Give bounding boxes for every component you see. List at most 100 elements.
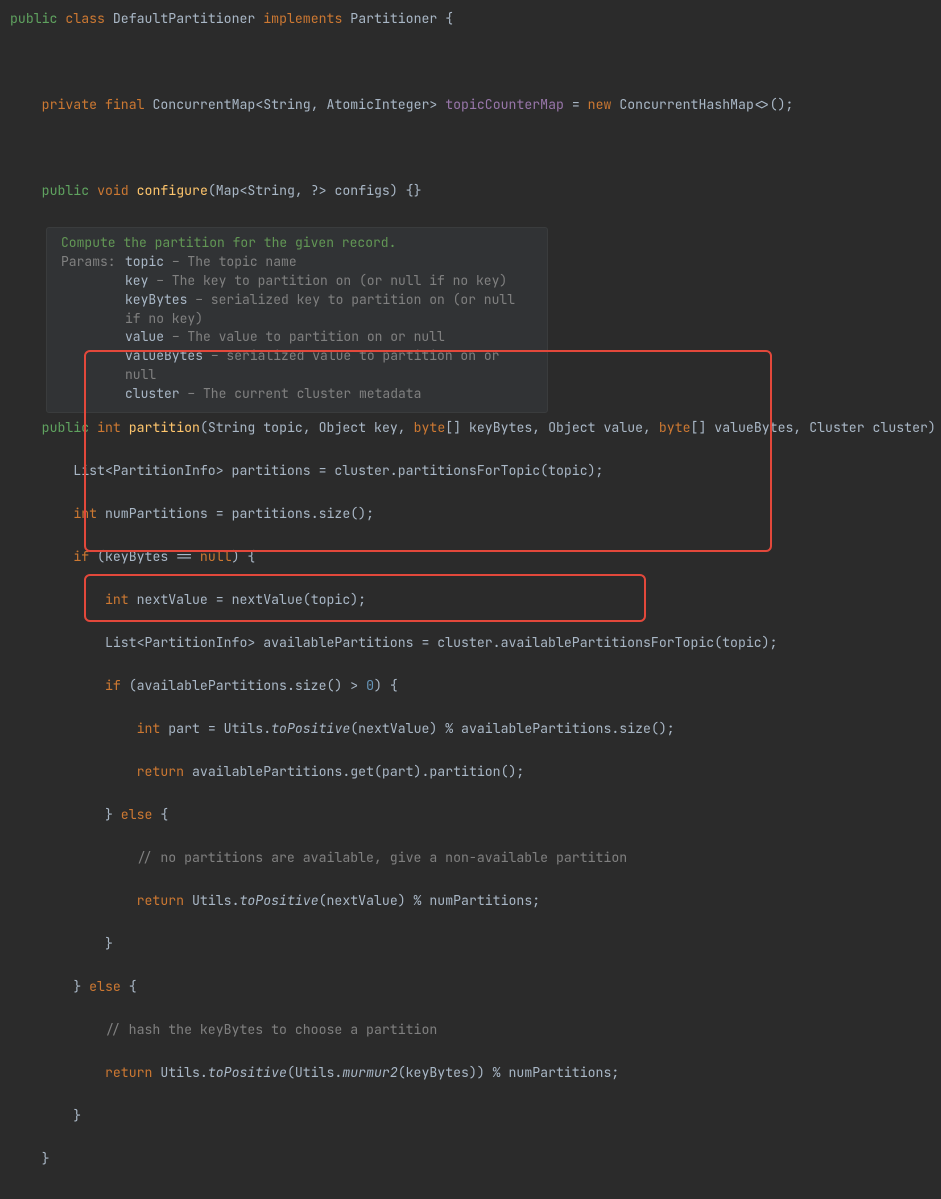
code-text: (keyBytes == [89, 548, 200, 565]
code-line: int part = Utils.toPositive(nextValue) %… [10, 718, 931, 740]
code-text: } [105, 806, 121, 823]
param-desc: – The current cluster metadata [180, 385, 422, 402]
keyword-byte: byte [659, 419, 691, 436]
keyword-null: null [200, 548, 232, 565]
keyword-int: int [73, 505, 97, 522]
javadoc-param-row: valueBytes – serialized value to partiti… [125, 347, 533, 385]
sig-seg: [] valueBytes, Cluster cluster) { [691, 419, 941, 436]
code-line: public void configure(Map<String, ?> con… [10, 180, 931, 202]
keyword-else: else [121, 806, 153, 823]
keyword-new: new [588, 96, 612, 113]
param-desc: – The key to partition on (or null if no… [148, 272, 507, 289]
javadoc-param-row: cluster – The current cluster metadata [125, 385, 533, 404]
param-name: key [125, 272, 148, 289]
keyword-int: int [105, 591, 129, 608]
javadoc-param-row: value – The value to partition on or nul… [125, 328, 533, 347]
comment: // hash the keyBytes to choose a partiti… [10, 1021, 437, 1038]
code-block[interactable]: public int partition(String topic, Objec… [10, 417, 931, 1192]
code-text: availablePartitions.get(part).partition(… [184, 763, 524, 780]
static-call: toPositive [271, 720, 350, 737]
code-line: } [10, 1148, 931, 1170]
keyword-if: if [73, 548, 89, 565]
code-text: ) { [374, 677, 398, 694]
code-text: (availablePartitions.size() > [121, 677, 366, 694]
code-line: if (keyBytes == null) { [10, 546, 931, 568]
code-text: (nextValue) % numPartitions; [319, 892, 541, 909]
ctor: ConcurrentHashMap<>(); [619, 96, 793, 113]
keyword-class: class [65, 10, 105, 27]
static-call: murmur2 [342, 1064, 397, 1081]
comment: // no partitions are available, give a n… [10, 849, 627, 866]
code-text: (nextValue) % availablePartitions.size()… [350, 720, 674, 737]
interface-name: Partitioner [350, 10, 437, 27]
params: (Map<String, ?> configs) {} [208, 182, 422, 199]
javadoc-params-label: Params: [61, 253, 125, 404]
code-text: numPartitions = partitions.size(); [97, 505, 374, 522]
param-name: value [125, 328, 164, 345]
keyword-public: public [42, 182, 89, 199]
code-line: int nextValue = nextValue(topic); [10, 589, 931, 611]
code-line: return availablePartitions.get(part).par… [10, 761, 931, 783]
number-literal: 0 [366, 677, 374, 694]
keyword-public: public [10, 10, 57, 27]
code-text: { [152, 806, 168, 823]
code-text: nextValue = nextValue(topic); [129, 591, 366, 608]
keyword-return: return [137, 763, 184, 780]
keyword-public: public [42, 419, 89, 436]
code-line: List<PartitionInfo> availablePartitions … [10, 632, 931, 654]
code-line: } else { [10, 804, 931, 826]
param-name: keyBytes [125, 291, 187, 308]
keyword-return: return [137, 892, 184, 909]
keyword-final: final [105, 96, 145, 113]
code-text: Utils. [152, 1064, 207, 1081]
class-name: DefaultPartitioner [113, 10, 255, 27]
code-text: { [121, 978, 137, 995]
code-line: // no partitions are available, give a n… [10, 847, 931, 869]
field-type: ConcurrentMap<String, AtomicInteger> [152, 96, 437, 113]
code-line: // hash the keyBytes to choose a partiti… [10, 1019, 931, 1041]
code-line: } else { [10, 976, 931, 998]
param-name: cluster [125, 385, 180, 402]
field-name: topicCounterMap [445, 96, 564, 113]
code-line: return Utils.toPositive(Utils.murmur2(ke… [10, 1062, 931, 1084]
javadoc-popup: Compute the partition for the given reco… [46, 227, 548, 413]
param-desc: – The topic name [164, 253, 297, 270]
keyword-else: else [89, 978, 121, 995]
brace-open: { [437, 10, 453, 27]
blank-line [10, 51, 931, 73]
code-text: } [73, 978, 89, 995]
static-call: toPositive [239, 892, 318, 909]
keyword-private: private [42, 96, 97, 113]
param-desc: – The value to partition on or null [164, 328, 445, 345]
code-line: public class DefaultPartitioner implemen… [10, 8, 931, 30]
keyword-int: int [97, 419, 121, 436]
static-call: toPositive [208, 1064, 287, 1081]
code-text: Utils. [184, 892, 239, 909]
keyword-if: if [105, 677, 121, 694]
keyword-implements: implements [263, 10, 342, 27]
code-line: } [10, 1105, 931, 1127]
param-name: valueBytes [125, 347, 203, 364]
code-line: List<PartitionInfo> partitions = cluster… [10, 460, 931, 482]
javadoc-summary: Compute the partition for the given reco… [61, 234, 533, 253]
code-line: return Utils.toPositive(nextValue) % num… [10, 890, 931, 912]
javadoc-param-row: key – The key to partition on (or null i… [125, 272, 533, 291]
keyword-void: void [97, 182, 129, 199]
eq: = [564, 96, 588, 113]
keyword-int: int [137, 720, 161, 737]
code-block[interactable]: public class DefaultPartitioner implemen… [10, 8, 931, 223]
blank-line [10, 137, 931, 159]
javadoc-param-row: keyBytes – serialized key to partition o… [125, 291, 533, 329]
keyword-byte: byte [414, 419, 446, 436]
method-name: partition [129, 419, 200, 436]
code-line: int numPartitions = partitions.size(); [10, 503, 931, 525]
code-text: part = Utils. [160, 720, 271, 737]
keyword-return: return [105, 1064, 152, 1081]
sig-seg: (String topic, Object key, [200, 419, 414, 436]
code-text: (keyBytes)) % numPartitions; [398, 1064, 620, 1081]
code-text: (Utils. [287, 1064, 342, 1081]
code-text: ) { [232, 548, 256, 565]
code-line: if (availablePartitions.size() > 0) { [10, 675, 931, 697]
method-name: configure [137, 182, 208, 199]
sig-seg: [] keyBytes, Object value, [445, 419, 659, 436]
